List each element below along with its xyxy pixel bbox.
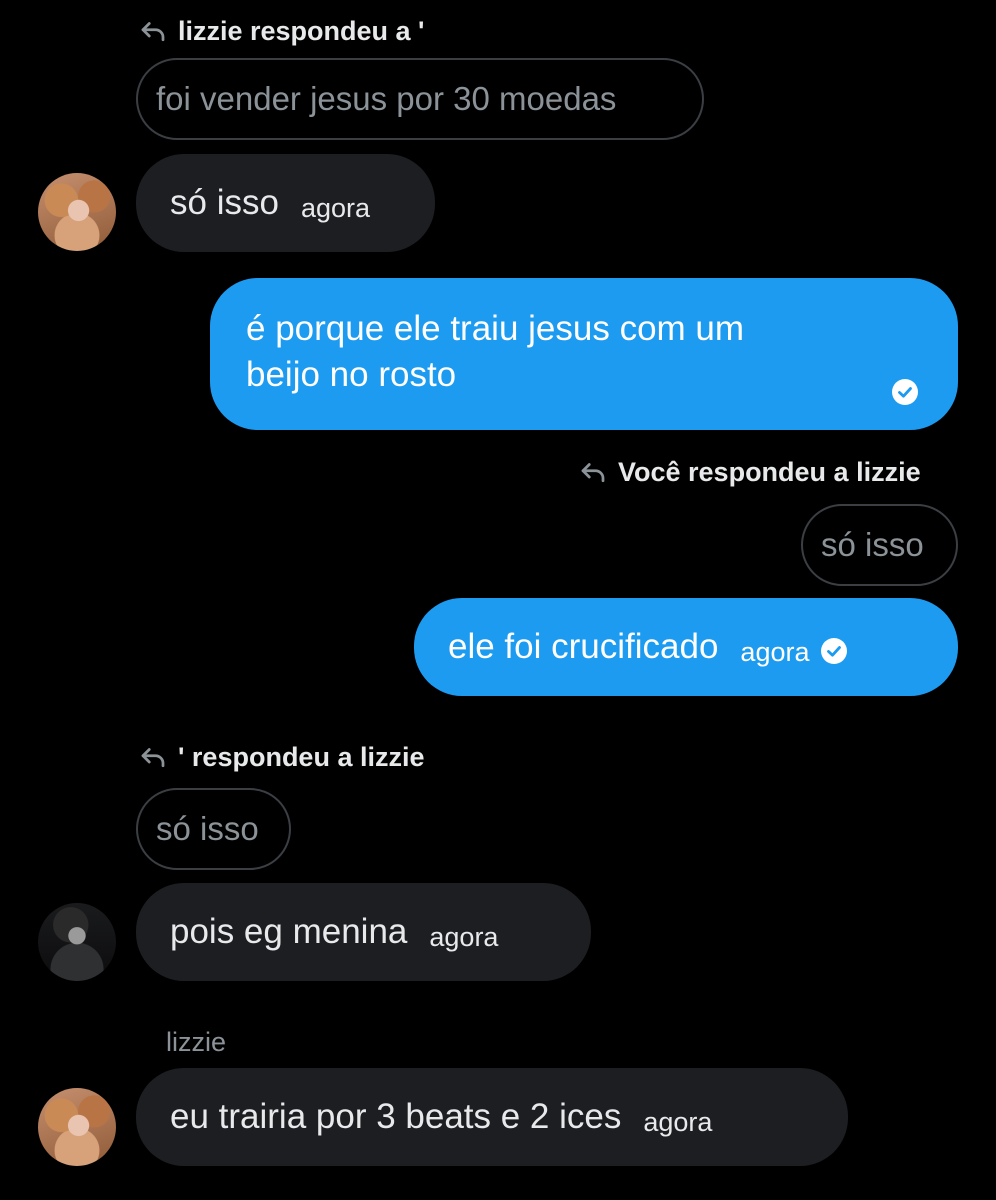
reply-arrow-icon [141,748,165,768]
check-circle-icon [892,379,918,405]
reply-context-header: lizzie respondeu a ' [138,11,424,51]
quoted-message[interactable]: só isso [136,788,291,870]
message-text-line: é porque ele traiu jesus com um [246,309,745,348]
avatar-lizzie[interactable] [38,1088,116,1166]
reply-context-header: ' respondeu a lizzie [138,737,424,777]
reply-arrow-icon [581,463,605,483]
quoted-message[interactable]: foi vender jesus por 30 moedas [136,58,704,140]
message-text-line: beijo no rosto [246,355,457,394]
message-text: ele foi crucificado [448,627,719,666]
received-message-bubble[interactable]: eu trairia por 3 beats e 2 ices agora [136,1068,848,1166]
message-text: eu trairia por 3 beats e 2 ices [170,1097,622,1136]
quoted-message-text: só isso [156,810,259,847]
quoted-message[interactable]: só isso [801,504,958,586]
received-message-bubble[interactable]: só isso agora [136,154,435,252]
received-message-bubble[interactable]: pois eg menina agora [136,883,591,981]
reply-context-header: Você respondeu a lizzie [578,452,921,492]
avatar-lizzie[interactable] [38,173,116,251]
message-timestamp: agora [643,1106,713,1137]
reply-arrow-icon [141,22,165,42]
reply-context-label: Você respondeu a lizzie [618,456,921,487]
sent-message-bubble[interactable]: ele foi crucificado agora [414,598,958,696]
quoted-message-text: só isso [821,526,924,563]
reply-context-label: lizzie respondeu a ' [178,15,425,46]
message-timestamp: agora [429,921,499,952]
reply-context-label: ' respondeu a lizzie [178,741,425,772]
avatar-sender[interactable] [38,903,116,981]
quoted-message-text: foi vender jesus por 30 moedas [156,80,617,117]
message-text: só isso [170,183,279,222]
message-timestamp: agora [300,192,370,223]
message-text: pois eg menina [170,912,408,951]
check-circle-icon [821,638,848,664]
message-timestamp: agora [740,636,810,667]
sent-message-bubble[interactable]: é porque ele traiu jesus com um beijo no… [210,278,958,430]
sender-name: lizzie [166,1027,227,1057]
